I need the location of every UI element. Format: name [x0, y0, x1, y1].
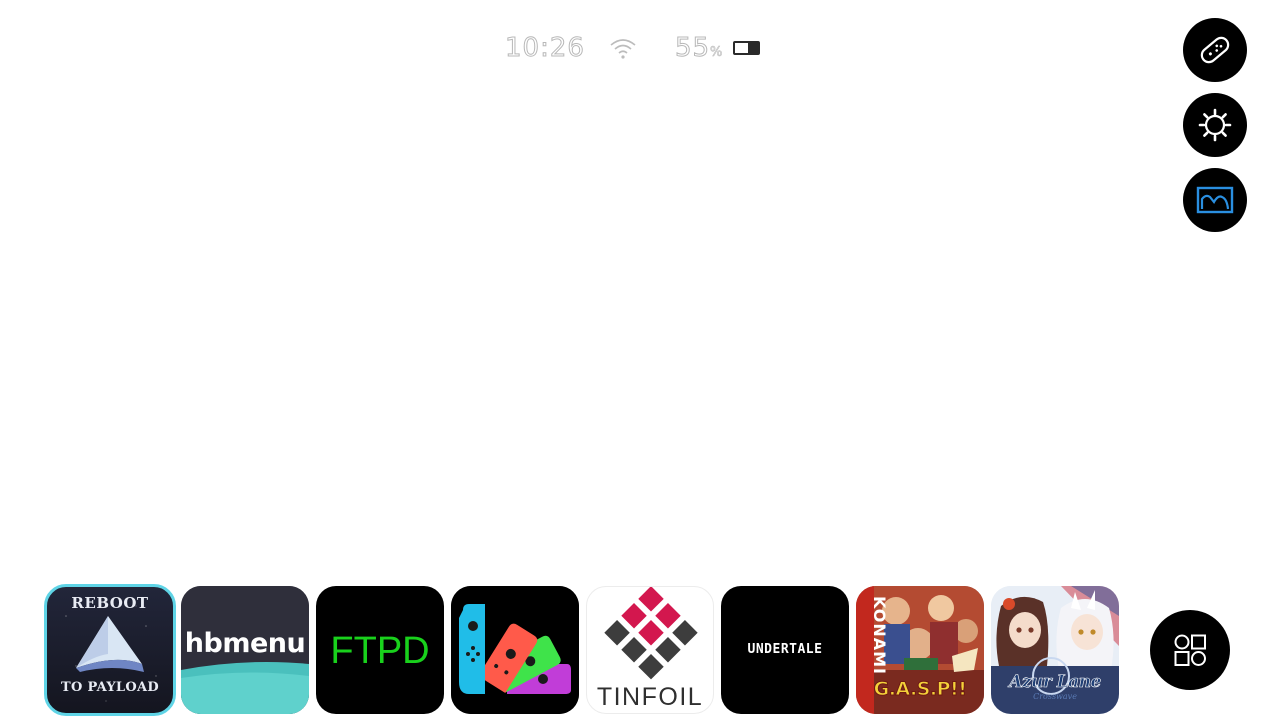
settings-button[interactable]: [1183, 93, 1247, 157]
app-tile-hbmenu[interactable]: hbmenu: [181, 586, 309, 714]
album-icon: [1196, 186, 1234, 214]
battery-percent: 55%: [674, 33, 724, 64]
app-tile-gasp[interactable]: KONAMI G.A.S.P!!: [856, 586, 984, 714]
status-bar: 10:26 55%: [505, 30, 761, 66]
app-tile-azur-lane-crosswave[interactable]: Azur Lane Crosswave: [991, 586, 1119, 714]
clock: 10:26: [505, 33, 585, 64]
controller-icon: [1200, 36, 1230, 64]
azur-lane-label: Azur Lane: [1009, 672, 1102, 693]
undertale-label: UNDERTALE: [747, 642, 823, 657]
app-tile-ftpd[interactable]: FTPD: [316, 586, 444, 714]
controllers-button[interactable]: [1183, 18, 1247, 82]
hbmenu-label: hbmenu: [184, 628, 306, 659]
reboot-line1: REBOOT: [71, 594, 149, 612]
reboot-line2: TO PAYLOAD: [61, 680, 159, 695]
konami-label: KONAMI: [869, 596, 889, 675]
wifi-icon: [610, 39, 636, 59]
gasp-label: G.A.S.P!!: [873, 678, 967, 701]
app-tile-undertale[interactable]: UNDERTALE: [721, 586, 849, 714]
battery-percent-unit: %: [710, 45, 724, 61]
app-tile-joycon-toolkit[interactable]: [451, 586, 579, 714]
gear-icon: [1198, 108, 1232, 142]
azur-lane-sub-label: Crosswave: [1033, 692, 1077, 701]
tinfoil-label: TINFOIL: [596, 683, 704, 711]
all-apps-icon: [1174, 634, 1206, 666]
app-tile-reboot-to-payload[interactable]: REBOOT TO PAYLOAD: [44, 584, 176, 716]
album-button[interactable]: [1183, 168, 1247, 232]
all-apps-button[interactable]: [1150, 610, 1230, 690]
ftpd-label: FTPD: [330, 630, 430, 672]
app-tile-tinfoil[interactable]: TINFOIL: [586, 586, 714, 714]
battery-icon: [733, 41, 761, 55]
joycon-art: [451, 586, 579, 714]
battery-percent-value: 55: [674, 33, 711, 64]
